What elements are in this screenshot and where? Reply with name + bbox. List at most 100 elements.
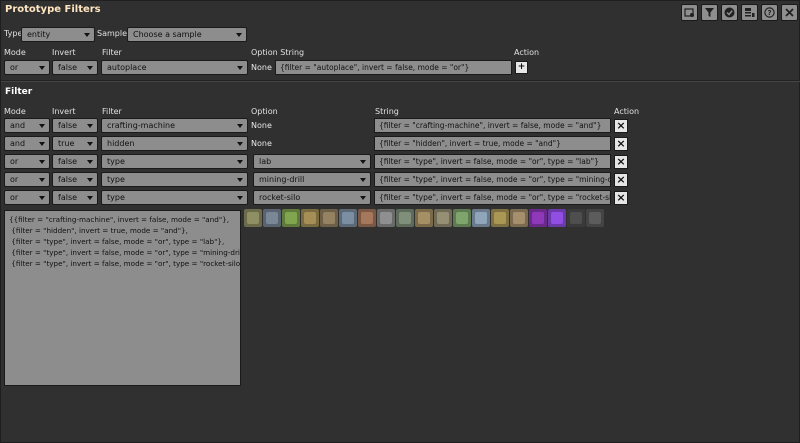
assembling-machine-3-icon[interactable] [282, 209, 300, 227]
stone-furnace-icon[interactable] [491, 209, 509, 227]
top-option-value: None [251, 63, 272, 72]
top-mode-dropdown[interactable]: or [4, 60, 50, 75]
titlebar-icons: ? [681, 4, 798, 21]
row-invert-value: false [58, 121, 78, 130]
pumpjack-icon[interactable] [434, 209, 452, 227]
result-icons [244, 209, 604, 227]
row-mode-value: or [10, 175, 19, 184]
remove-filter-button[interactable]: × [614, 137, 628, 151]
steel-furnace-icon[interactable] [472, 209, 490, 227]
titlebar: Prototype Filters ? [1, 1, 800, 25]
action-header: Action [514, 48, 540, 57]
invert-header: Invert [52, 48, 76, 57]
row-mode-dropdown[interactable]: or [4, 190, 50, 205]
prototype-browser-icon[interactable] [681, 4, 698, 21]
centrifuge-icon[interactable] [339, 209, 357, 227]
top-mode-value: or [10, 63, 19, 72]
remove-filter-button[interactable]: × [614, 119, 628, 133]
window-title: Prototype Filters [5, 4, 101, 15]
row-string-field[interactable]: {filter = "hidden", invert = true, mode … [374, 136, 611, 151]
row-filter-dropdown[interactable]: type [101, 172, 248, 187]
row-filter-dropdown[interactable]: type [101, 190, 248, 205]
row-invert-value: false [58, 157, 78, 166]
row-filter-value: crafting-machine [107, 121, 176, 130]
row-mode-value: and [10, 121, 26, 130]
row-mode-value: and [10, 139, 26, 148]
rocket-silo-icon[interactable] [453, 209, 471, 227]
help-icon[interactable]: ? [761, 4, 778, 21]
foundry-icon[interactable] [567, 209, 585, 227]
assembling-machine-1-icon[interactable] [244, 209, 262, 227]
biochamber-icon[interactable] [529, 209, 547, 227]
filter-filter-header: Filter [102, 107, 122, 116]
electric-furnace-icon[interactable] [377, 209, 395, 227]
row-option-value: lab [259, 157, 272, 166]
remove-filter-button[interactable]: × [614, 191, 628, 205]
assembling-machine-2-icon[interactable] [263, 209, 281, 227]
top-invert-dropdown[interactable]: false [52, 60, 98, 75]
filter-icon[interactable] [701, 4, 718, 21]
row-mode-dropdown[interactable]: or [4, 172, 50, 187]
row-string-field[interactable]: {filter = "type", invert = false, mode =… [374, 172, 611, 187]
row-string-field[interactable]: {filter = "type", invert = false, mode =… [374, 154, 611, 169]
svg-text:?: ? [767, 9, 771, 17]
row-filter-value: type [107, 175, 125, 184]
close-icon[interactable] [781, 4, 798, 21]
sample-value: Choose a sample [133, 30, 202, 39]
top-filter-dropdown[interactable]: autoplace [101, 60, 248, 75]
sample-label: Sample [97, 29, 127, 38]
row-invert-dropdown[interactable]: true [52, 136, 98, 151]
row-option-dropdown[interactable]: mining-drill [253, 172, 371, 187]
row-invert-dropdown[interactable]: false [52, 154, 98, 169]
prototype-filters-window: Prototype Filters ? Type entity Sample C… [0, 0, 800, 443]
oil-refinery-icon[interactable] [358, 209, 376, 227]
row-string-field[interactable]: {filter = "crafting-machine", invert = f… [374, 118, 611, 133]
row-option-value: rocket-silo [259, 193, 301, 202]
filter-action-header: Action [614, 107, 640, 116]
biolab-icon[interactable] [548, 209, 566, 227]
filter-mode-header: Mode [4, 107, 26, 116]
row-option-value: None [251, 139, 272, 148]
mode-header: Mode [4, 48, 26, 57]
row-filter-value: hidden [107, 139, 135, 148]
cryogenic-plant-icon[interactable] [586, 209, 604, 227]
row-mode-dropdown[interactable]: and [4, 136, 50, 151]
row-filter-dropdown[interactable]: crafting-machine [101, 118, 248, 133]
row-filter-dropdown[interactable]: type [101, 154, 248, 169]
filter-header: Filter [102, 48, 122, 57]
electric-mining-drill-icon[interactable] [396, 209, 414, 227]
row-mode-value: or [10, 193, 19, 202]
filter-option-header: Option [251, 107, 278, 116]
remove-filter-button[interactable]: × [614, 155, 628, 169]
row-mode-dropdown[interactable]: and [4, 118, 50, 133]
row-invert-dropdown[interactable]: false [52, 172, 98, 187]
top-string-field[interactable]: {filter = "autoplace", invert = false, m… [275, 60, 512, 75]
chemical-plant-icon[interactable] [320, 209, 338, 227]
top-invert-value: false [58, 63, 78, 72]
row-mode-dropdown[interactable]: or [4, 154, 50, 169]
row-filter-dropdown[interactable]: hidden [101, 136, 248, 151]
row-option-dropdown[interactable]: rocket-silo [253, 190, 371, 205]
row-filter-value: type [107, 193, 125, 202]
sample-dropdown[interactable]: Choose a sample [127, 27, 247, 42]
row-filter-value: type [107, 157, 125, 166]
lab-icon[interactable] [415, 209, 433, 227]
option-string-header: Option String [251, 48, 305, 57]
export-icon[interactable] [741, 4, 758, 21]
add-filter-button[interactable]: + [515, 61, 528, 74]
filter-invert-header: Invert [52, 107, 76, 116]
row-option-value: None [251, 121, 272, 130]
checkmark-icon[interactable] [721, 4, 738, 21]
recycler-icon[interactable] [510, 209, 528, 227]
output-textbox[interactable]: {{filter = "crafting-machine", invert = … [4, 210, 241, 386]
row-invert-dropdown[interactable]: false [52, 118, 98, 133]
type-dropdown[interactable]: entity [21, 27, 95, 42]
type-value: entity [27, 30, 51, 39]
row-option-dropdown[interactable]: lab [253, 154, 371, 169]
row-invert-dropdown[interactable]: false [52, 190, 98, 205]
burner-mining-drill-icon[interactable] [301, 209, 319, 227]
row-option-value: mining-drill [259, 175, 305, 184]
remove-filter-button[interactable]: × [614, 173, 628, 187]
filter-string-header: String [375, 107, 399, 116]
row-string-field[interactable]: {filter = "type", invert = false, mode =… [374, 190, 611, 205]
